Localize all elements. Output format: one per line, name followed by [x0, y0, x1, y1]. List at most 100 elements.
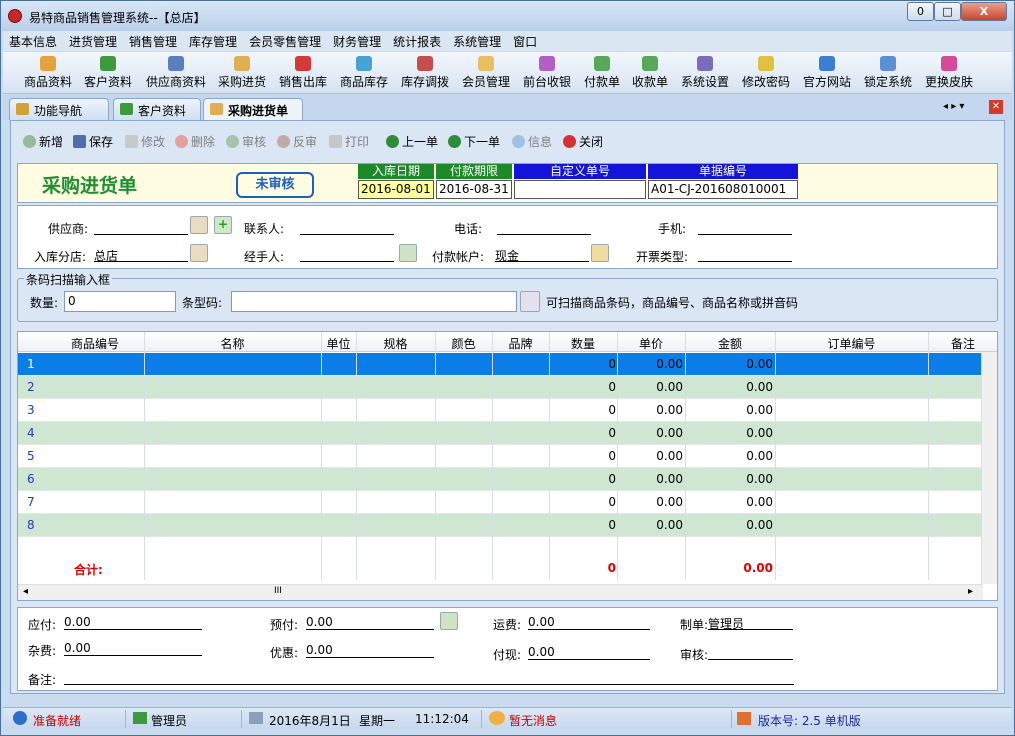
search-icon[interactable] — [520, 291, 540, 312]
menu-reports[interactable]: 统计报表 — [387, 31, 447, 51]
toolbar-payment[interactable]: 付款单 — [581, 54, 623, 92]
next-button[interactable]: 下一单 — [448, 133, 500, 150]
tab-purchase-order[interactable]: 采购进货单 — [203, 98, 303, 120]
scroll-right-icon[interactable]: ▸ — [968, 586, 973, 597]
toolbar-skin[interactable]: 更换皮肤 — [922, 54, 976, 92]
close-tab-button[interactable]: ✕ — [989, 100, 1003, 114]
toolbar-purchase[interactable]: 采购进货 — [215, 54, 269, 92]
table-row[interactable]: 4 0 0.00 0.00 — [18, 422, 981, 445]
table-row[interactable]: 2 0 0.00 0.00 — [18, 376, 981, 399]
custom-no-field[interactable] — [514, 180, 646, 199]
menu-stock[interactable]: 库存管理 — [183, 31, 243, 51]
table-row[interactable]: 3 0 0.00 0.00 — [18, 399, 981, 422]
col-qty[interactable]: 数量 — [549, 335, 617, 352]
supplier-field[interactable] — [94, 220, 188, 235]
pencil-icon — [758, 56, 774, 71]
mobile-field[interactable] — [698, 220, 792, 235]
freight-field[interactable]: 0.00 — [528, 615, 650, 630]
note-field[interactable] — [64, 670, 794, 685]
prepay-field[interactable]: 0.00 — [306, 615, 434, 630]
new-button[interactable]: 新增 — [23, 133, 63, 150]
phone-field[interactable] — [497, 220, 591, 235]
toolbar-sales-out[interactable]: 销售出库 — [276, 54, 330, 92]
supplier-pick-button[interactable] — [190, 216, 208, 234]
col-brand[interactable]: 品牌 — [492, 335, 549, 352]
scan-qty-input[interactable]: 0 — [64, 291, 176, 312]
action-bar: 新增 保存 修改 删除 审核 反审 打印 上一单 下一单 信息 关闭 — [11, 121, 1004, 157]
add-supplier-button[interactable]: + — [214, 216, 232, 234]
toolbar-product-stock[interactable]: 商品库存 — [337, 54, 391, 92]
cash-field[interactable]: 0.00 — [528, 645, 650, 660]
col-price[interactable]: 单价 — [617, 335, 685, 352]
toolbar-password[interactable]: 修改密码 — [739, 54, 793, 92]
horizontal-scrollbar[interactable]: ◂ III ▸ — [18, 584, 983, 600]
status-message[interactable]: 暂无消息 — [509, 712, 557, 729]
menu-purchase[interactable]: 进货管理 — [63, 31, 123, 51]
account-field[interactable]: 现金 — [495, 247, 589, 263]
invoice-field[interactable] — [698, 247, 792, 262]
col-code[interactable]: 商品编号 — [46, 335, 144, 352]
unaudit-button[interactable]: 反审 — [277, 133, 317, 150]
tab-scroll-arrows[interactable]: ◂ ▸ ▾ — [943, 101, 964, 112]
scroll-thumb[interactable]: III — [274, 586, 282, 596]
toolbar-receipt[interactable]: 收款单 — [629, 54, 671, 92]
date-in-field[interactable]: 2016-08-01 — [358, 180, 434, 199]
table-row[interactable]: 1 0 0.00 0.00 — [18, 353, 981, 376]
info-button[interactable]: 信息 — [512, 133, 552, 150]
toolbar-product-info[interactable]: 商品资料 — [22, 54, 74, 92]
menu-window[interactable]: 窗口 — [507, 31, 543, 51]
col-unit[interactable]: 单位 — [321, 335, 356, 352]
handler-field[interactable] — [300, 247, 394, 262]
col-order-no[interactable]: 订单编号 — [775, 335, 928, 352]
due-date-field[interactable]: 2016-08-31 — [436, 180, 512, 199]
close-button[interactable]: 关闭 — [563, 133, 603, 150]
edit-button[interactable]: 修改 — [125, 133, 165, 150]
col-color[interactable]: 颜色 — [435, 335, 492, 352]
col-note[interactable]: 备注 — [928, 335, 997, 352]
toolbar-cashier[interactable]: 前台收银 — [520, 54, 574, 92]
vertical-scrollbar[interactable] — [981, 352, 997, 584]
tab-customer[interactable]: 客户资料 — [113, 98, 201, 120]
menu-member-retail[interactable]: 会员零售管理 — [243, 31, 327, 51]
save-button[interactable]: 保存 — [73, 133, 113, 150]
toolbar-member[interactable]: 会员管理 — [459, 54, 513, 92]
menu-basic-info[interactable]: 基本信息 — [3, 31, 63, 51]
maximize-button[interactable]: □ — [934, 2, 961, 21]
scroll-left-icon[interactable]: ◂ — [23, 586, 28, 597]
print-button[interactable]: 打印 — [329, 133, 369, 150]
toolbar-stock-transfer[interactable]: 库存调拨 — [398, 54, 452, 92]
status-user: 管理员 — [151, 714, 188, 728]
menu-system[interactable]: 系统管理 — [447, 31, 507, 51]
menu-sales[interactable]: 销售管理 — [123, 31, 183, 51]
handler-pick-button[interactable] — [399, 244, 417, 262]
table-row[interactable]: 5 0 0.00 0.00 — [18, 445, 981, 468]
audit-button[interactable]: 审核 — [226, 133, 266, 150]
toolbar-supplier-info[interactable]: 供应商资料 — [143, 54, 209, 92]
delete-button[interactable]: 删除 — [175, 133, 215, 150]
table-row[interactable]: 7 0 0.00 0.00 — [18, 491, 981, 514]
prev-button[interactable]: 上一单 — [386, 133, 438, 150]
table-row[interactable]: 6 0 0.00 0.00 — [18, 468, 981, 491]
tab-nav[interactable]: 功能导航 — [9, 98, 109, 120]
minimize-button[interactable]: 0 — [907, 2, 934, 21]
close-window-button[interactable]: X — [961, 2, 1007, 21]
discount-field[interactable]: 0.00 — [306, 643, 434, 658]
misc-field[interactable]: 0.00 — [64, 641, 202, 656]
branch-pick-button[interactable] — [190, 244, 208, 262]
supplier-label: 供应商: — [48, 222, 89, 236]
toolbar-settings[interactable]: 系统设置 — [678, 54, 732, 92]
prepay-pick-button[interactable] — [440, 612, 458, 630]
barcode-input[interactable] — [231, 291, 517, 312]
account-pick-button[interactable] — [591, 244, 609, 262]
payable-field[interactable]: 0.00 — [64, 615, 202, 630]
col-spec[interactable]: 规格 — [356, 335, 435, 352]
contact-field[interactable] — [300, 220, 394, 235]
toolbar-lock[interactable]: 锁定系统 — [861, 54, 915, 92]
branch-field[interactable]: 总店 — [94, 247, 188, 263]
col-name[interactable]: 名称 — [144, 335, 321, 352]
toolbar-customer-info[interactable]: 客户资料 — [81, 54, 135, 92]
col-amount[interactable]: 金额 — [685, 335, 775, 352]
toolbar-website[interactable]: 官方网站 — [800, 54, 854, 92]
table-row[interactable]: 8 0 0.00 0.00 — [18, 514, 981, 537]
menu-finance[interactable]: 财务管理 — [327, 31, 387, 51]
